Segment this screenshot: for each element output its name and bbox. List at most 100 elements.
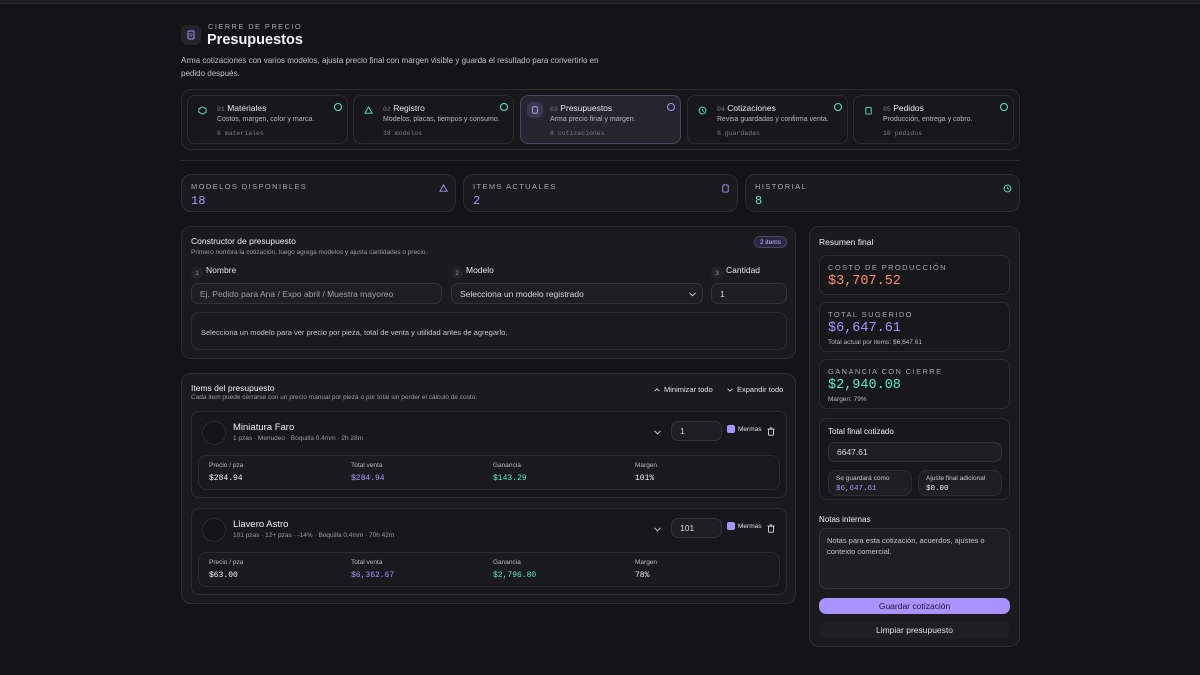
item-pricing-grid: Precio / pza $284.94 Total venta $284.94… [198,455,780,490]
step-title: Pedidos [893,103,924,113]
step-meta: 18 modelos [383,130,423,137]
step-number: 05 [883,106,891,113]
stat-history: HISTORIAL 8 [745,174,1020,212]
divider [181,160,1020,161]
document-icon [719,182,731,194]
step-number: 01 [217,106,225,113]
price-label: Precio / pza [209,462,244,469]
margin-subtext: Margen: 79% [828,396,867,403]
profit-value: $2,940.08 [828,378,901,393]
stat-models: MODELOS DISPONIBLES 18 [181,174,456,212]
top-bar [0,0,1200,4]
quote-name-input[interactable]: Ej. Pedido para Ana / Expo abril / Muest… [191,283,442,304]
stat-value: 2 [473,194,481,208]
model-preview-hint: Selecciona un modelo para ver precio por… [191,312,787,350]
builder-card: Constructor de presupuesto Primero nombr… [181,226,796,359]
cost-label: COSTO DE PRODUCCIÓN [828,263,947,272]
collapse-all-button[interactable]: Minimizar todo [654,385,713,394]
item-name: Miniatura Faro [233,422,295,433]
step-cotizaciones[interactable]: 04 Cotizaciones Revisa guardadas y confi… [687,95,848,144]
step-title: Registro [393,103,425,113]
profit-value: $143.29 [493,474,527,483]
hint-text: Selecciona un modelo para ver precio por… [201,328,508,337]
step-number-badge: 2 [451,267,463,279]
price-value: $284.94 [209,474,243,483]
margin-value: 101% [635,474,655,483]
margin-label: Margen [635,559,658,566]
final-adjust-label: Ajuste final adicional [926,475,986,482]
profit-label: Ganancia [493,462,521,469]
cost-box: COSTO DE PRODUCCIÓN $3,707.52 [819,255,1010,295]
receipt-icon [527,102,543,118]
check-circle-icon [499,102,509,112]
item-pricing-grid: Precio / pza $63.00 Total venta $6,362.6… [198,552,780,587]
quote-item: Llavero Astro 101 pzas · 12+ pzas · -14%… [191,508,787,595]
step-description: Arma precio final y margen. [550,116,636,123]
stat-label: ITEMS ACTUALES [473,182,557,191]
step-materiales[interactable]: 01 Materiales Costos, margen, color y ma… [187,95,348,144]
saved-as-box: Se guardará como $6,647.61 [828,470,912,496]
step-meta: 8 cotizaciones [550,130,605,137]
notes-textarea[interactable]: Notas para esta cotización, acuerdos, aj… [819,528,1010,589]
stat-value: 18 [191,194,206,208]
collapse-all-label: Minimizar todo [664,385,713,394]
checkbox-checked-icon [727,522,735,530]
item-meta: 1 pzas · Menudeo · Boquilla 0.4mm · 2h 2… [233,435,364,442]
final-adjust-box: Ajuste final adicional $0.00 [918,470,1002,496]
history-icon [696,104,708,116]
cube-icon [196,104,208,116]
final-total-box: Total final cotizado 6647.61 Se guardará… [819,418,1010,500]
step-description: Producción, entrega y cobro. [883,116,973,123]
item-name: Llavero Astro [233,519,289,530]
profit-label: Ganancia [493,559,521,566]
expand-all-button[interactable]: Expandir todo [727,385,783,394]
suggested-subtext: Total actual por items: $6,647.61 [828,339,922,346]
final-total-input[interactable]: 6647.61 [828,442,1002,462]
waste-toggle[interactable]: Mermas [727,425,761,433]
price-label: Precio / pza [209,559,244,566]
waste-label: Mermas [738,425,762,433]
step-registro[interactable]: 02 Registro Modelos, placas, tiempos y c… [353,95,514,144]
chevron-up-icon [654,385,660,394]
trash-icon[interactable] [766,426,776,436]
step-meta: 8 guardadas [717,130,760,137]
item-quantity-input[interactable]: 1 [671,421,722,441]
suggested-label: TOTAL SUGERIDO [828,310,913,319]
step-number: 02 [383,106,391,113]
item-thumbnail [202,421,226,445]
profit-value: $2,796.80 [493,571,537,580]
stat-label: HISTORIAL [755,182,808,191]
stat-label: MODELOS DISPONIBLES [191,182,308,191]
step-pedidos[interactable]: 05 Pedidos Producción, entrega y cobro. … [853,95,1014,144]
save-quote-button[interactable]: Guardar cotización [819,598,1010,614]
models-icon [437,182,449,194]
waste-toggle[interactable]: Mermas [727,522,761,530]
total-label: Total venta [351,559,383,566]
notes-label: Notas internas [819,515,871,524]
chevron-down-icon[interactable] [652,524,662,534]
page-title: Presupuestos [207,32,303,48]
quantity-input[interactable]: 1 [711,283,787,304]
quantity-label: Cantidad [726,265,761,275]
cost-value: $3,707.52 [828,274,901,289]
model-select-value: Selecciona un modelo registrado [460,288,584,299]
trash-icon[interactable] [766,523,776,533]
waste-label: Mermas [738,522,762,530]
active-circle-icon [666,102,676,112]
step-number-badge: 1 [191,267,203,279]
chevron-down-icon[interactable] [652,427,662,437]
model-select[interactable]: Selecciona un modelo registrado [451,283,703,304]
item-quantity-input[interactable]: 101 [671,518,722,538]
step-number: 04 [717,106,725,113]
chevron-down-icon [688,290,696,298]
final-total-label: Total final cotizado [828,427,894,436]
chevron-down-icon [727,385,733,394]
step-presupuestos[interactable]: 03 Presupuestos Arma precio final y marg… [520,95,681,144]
notes-placeholder: Notas para esta cotización, acuerdos, aj… [827,536,985,556]
total-label: Total venta [351,462,383,469]
clear-quote-button[interactable]: Limpiar presupuesto [819,622,1010,638]
profit-label: GANANCIA CON CIERRE [828,367,943,376]
step-title: Cotizaciones [727,103,776,113]
saved-as-value: $6,647.61 [836,485,877,493]
summary-title: Resumen final [819,237,874,247]
